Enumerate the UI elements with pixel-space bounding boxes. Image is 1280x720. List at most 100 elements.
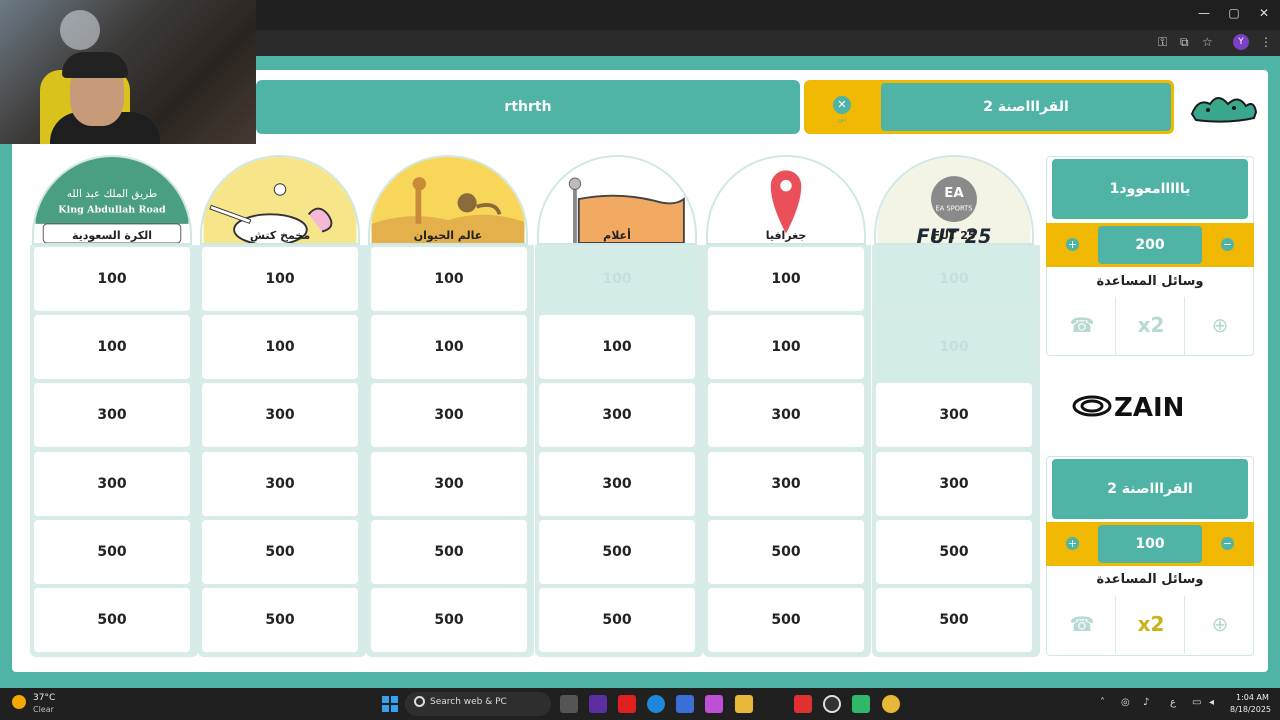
team-1-decrease-icon[interactable]: − (1221, 238, 1234, 251)
category-mkhmkh[interactable]: مخمخ كتش (200, 155, 360, 245)
profile-avatar[interactable]: Y (1233, 34, 1249, 50)
question-cell[interactable]: 500 (539, 588, 695, 652)
question-cell[interactable]: 300 (371, 383, 527, 447)
weather-desc[interactable]: Clear (33, 705, 54, 714)
question-cell[interactable]: 100 (34, 247, 190, 311)
chrome-app-icon[interactable] (882, 695, 900, 713)
question-cell[interactable]: 300 (539, 383, 695, 447)
question-cell[interactable]: 300 (202, 452, 358, 516)
youtube-app-icon[interactable] (618, 695, 636, 713)
question-cell[interactable]: 100 (34, 315, 190, 379)
question-cell[interactable]: 500 (539, 520, 695, 584)
store-app-icon[interactable] (676, 695, 694, 713)
question-cell[interactable]: 100 (202, 315, 358, 379)
question-cell[interactable]: 300 (876, 452, 1032, 516)
webcam-light (60, 10, 100, 50)
question-cell[interactable]: 100 (202, 247, 358, 311)
team-1-score: 200 (1098, 226, 1202, 264)
windows-taskbar: 37°C Clear Search web & PC ˄ ◎ ♪ ع ▭ ◂ 1… (0, 688, 1280, 720)
question-cell[interactable]: 300 (202, 383, 358, 447)
close-window-button[interactable]: ✕ (1252, 6, 1276, 20)
call-friend-icon[interactable]: ☎ (1048, 297, 1116, 353)
question-cell[interactable]: 300 (371, 452, 527, 516)
question-cell[interactable]: 500 (876, 588, 1032, 652)
turn-icon-label: دور (837, 116, 847, 123)
question-cell[interactable]: 300 (708, 452, 864, 516)
question-cell[interactable]: 100 (371, 247, 527, 311)
svg-text:ZAIN: ZAIN (1114, 393, 1184, 420)
copilot-app-icon[interactable] (705, 695, 723, 713)
volume-icon[interactable]: ◂ (1209, 697, 1214, 708)
question-cell[interactable]: 500 (371, 588, 527, 652)
obs-app-icon[interactable] (823, 695, 841, 713)
team-2-score-row: + 100 − (1046, 522, 1254, 566)
question-cell[interactable]: 300 (34, 452, 190, 516)
question-cell[interactable]: 100 (371, 315, 527, 379)
question-cell: 100 (876, 247, 1032, 311)
category-saudi-football[interactable]: طريق الملك عبد الله King Abdullah Road ا… (32, 155, 192, 245)
turn-indicator[interactable]: ✕ دور (804, 80, 880, 134)
wps-app-icon[interactable] (794, 695, 812, 713)
clock-date[interactable]: 8/18/2025 (1230, 705, 1271, 714)
microphone-icon[interactable]: ♪ (1143, 697, 1149, 708)
question-cell[interactable]: 500 (708, 588, 864, 652)
question-cell[interactable]: 300 (708, 383, 864, 447)
windows-start-icon[interactable] (382, 696, 398, 712)
category-label: جغرافيا (765, 229, 807, 242)
file-explorer-app-icon[interactable] (560, 695, 578, 713)
edge-app-icon[interactable] (647, 695, 665, 713)
bookmark-star-icon[interactable]: ☆ (1202, 35, 1213, 49)
password-key-icon[interactable]: ⚿ (1158, 35, 1167, 50)
swap-turn-icon: ✕ (833, 96, 851, 114)
minimize-button[interactable]: — (1192, 6, 1216, 20)
weather-temp[interactable]: 37°C (33, 693, 55, 703)
nzxt-app-icon[interactable] (589, 695, 607, 713)
browser-menu-icon[interactable]: ⋮ (1260, 35, 1272, 49)
category-flags[interactable]: أعلام (537, 155, 697, 245)
double-points-icon[interactable]: x2 (1117, 297, 1185, 353)
tray-expand-icon[interactable]: ˄ (1100, 697, 1105, 708)
fut-badge-text: EA SPORTS (936, 205, 973, 213)
skip-question-icon[interactable]: ⊕ (1186, 596, 1254, 652)
question-cell[interactable]: 100 (539, 315, 695, 379)
question-cell[interactable]: 300 (876, 383, 1032, 447)
question-cell[interactable]: 500 (202, 588, 358, 652)
weather-moon-icon[interactable] (12, 695, 26, 709)
road-sign-arabic: طريق الملك عبد الله (67, 188, 158, 200)
call-friend-icon[interactable]: ☎ (1048, 596, 1116, 652)
question-cell[interactable]: 500 (708, 520, 864, 584)
question-cell[interactable]: 100 (708, 247, 864, 311)
question-cell[interactable]: 500 (371, 520, 527, 584)
team-1-increase-icon[interactable]: + (1066, 238, 1079, 251)
team-1-aids-title: وسائل المساعدة (1096, 274, 1204, 289)
game-logo-icon (1190, 97, 1258, 123)
language-indicator[interactable]: ع (1170, 697, 1176, 708)
team-2-increase-icon[interactable]: + (1066, 537, 1079, 550)
team-2-decrease-icon[interactable]: − (1221, 537, 1234, 550)
double-points-icon[interactable]: x2 (1117, 596, 1185, 652)
question-cell[interactable]: 300 (539, 452, 695, 516)
question-cell[interactable]: 500 (202, 520, 358, 584)
tray-obs-icon[interactable]: ◎ (1121, 697, 1130, 708)
category-fut25[interactable]: EA EA SPORTS FUT 25 FUT 25 (874, 155, 1034, 245)
question-cell[interactable]: 100 (708, 315, 864, 379)
zain-logo: ZAIN (1072, 393, 1184, 420)
category-label: مخمخ كتش (249, 229, 311, 242)
road-sign-english: King Abdullah Road (58, 204, 166, 215)
folder-app-icon[interactable] (735, 695, 753, 713)
skip-question-icon[interactable]: ⊕ (1186, 297, 1254, 353)
current-turn-team-name: القراااصنة 2 (881, 83, 1171, 131)
network-icon[interactable]: ▭ (1192, 697, 1201, 708)
maximize-button[interactable]: ▢ (1222, 6, 1246, 20)
greenscreen-app-icon[interactable] (852, 695, 870, 713)
cast-icon[interactable]: ⧉ (1180, 35, 1189, 50)
team-1-name: يااااامعوود1 (1052, 159, 1248, 219)
category-animals[interactable]: عالم الحيوان (368, 155, 528, 245)
category-geography[interactable]: جغرافيا (706, 155, 866, 245)
question-cell[interactable]: 500 (34, 588, 190, 652)
question-cell[interactable]: 300 (34, 383, 190, 447)
team-2-score: 100 (1098, 525, 1202, 563)
clock-time[interactable]: 1:04 AM (1236, 693, 1269, 702)
question-cell[interactable]: 500 (34, 520, 190, 584)
question-cell[interactable]: 500 (876, 520, 1032, 584)
